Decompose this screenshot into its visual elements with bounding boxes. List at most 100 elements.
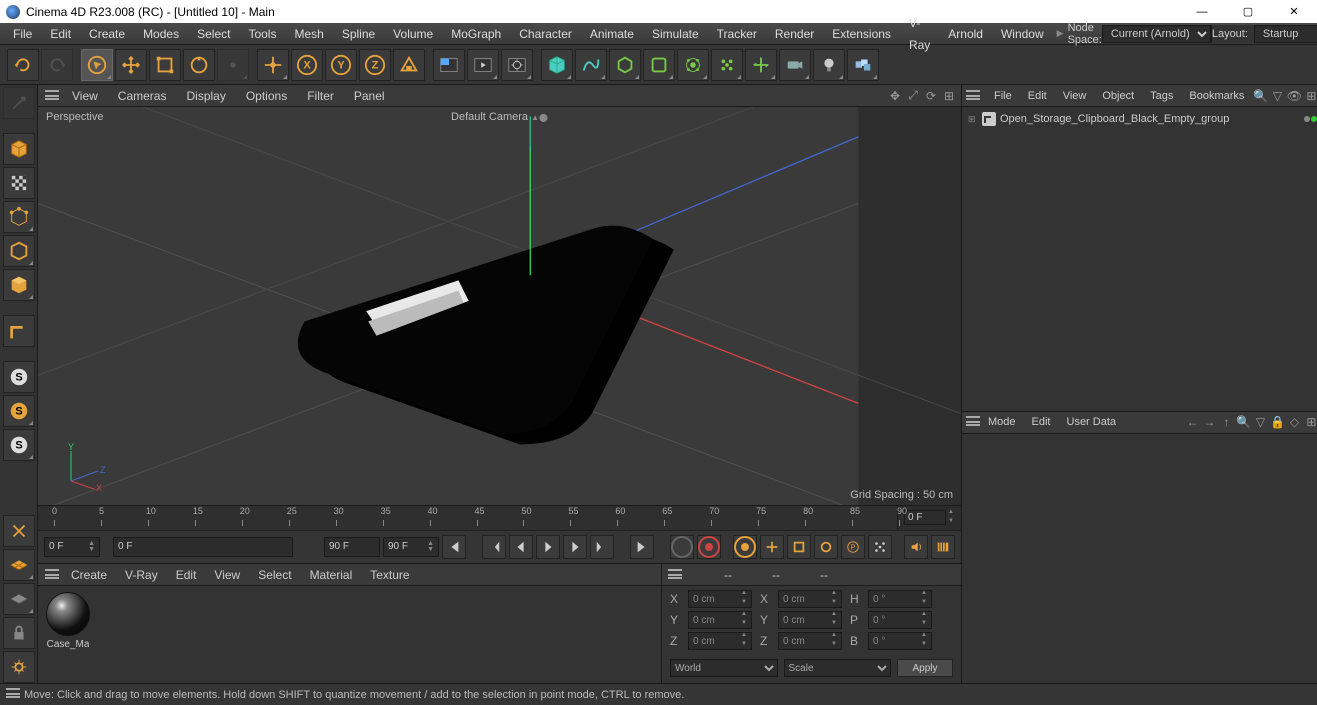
- edge-mode-button[interactable]: [3, 235, 35, 267]
- attr-max-icon[interactable]: ⊞: [1303, 414, 1317, 430]
- point-mode-button[interactable]: [3, 201, 35, 233]
- coord-field[interactable]: 0 cm▲▼: [688, 632, 752, 650]
- obj-bookmarks[interactable]: Bookmarks: [1181, 90, 1252, 102]
- texture-mode-button[interactable]: [3, 167, 35, 199]
- record-button[interactable]: [697, 535, 721, 559]
- menu-create[interactable]: Create: [80, 23, 134, 45]
- symmetry-x-button[interactable]: [3, 515, 35, 547]
- sound-button[interactable]: [904, 535, 928, 559]
- attr-search-icon[interactable]: 🔍: [1235, 414, 1251, 430]
- add-volume-button[interactable]: [847, 49, 879, 81]
- mat-hamburger-icon[interactable]: [42, 568, 62, 582]
- obj-max-icon[interactable]: ⊞: [1303, 88, 1317, 104]
- viewport-3d[interactable]: Perspective Default Camera ▲⬤ Grid Spaci…: [38, 107, 961, 505]
- menu-character[interactable]: Character: [510, 23, 581, 45]
- menu-select[interactable]: Select: [188, 23, 239, 45]
- attr-userdata[interactable]: User Data: [1059, 416, 1125, 428]
- range-end-field[interactable]: 90 F: [324, 537, 380, 557]
- vp-move-icon[interactable]: ✥: [887, 88, 903, 104]
- add-deformer-button[interactable]: [643, 49, 675, 81]
- coord-system-toggle[interactable]: [393, 49, 425, 81]
- render-pv-button[interactable]: [467, 49, 499, 81]
- add-generator-button[interactable]: [609, 49, 641, 81]
- live-select-tool[interactable]: [81, 49, 113, 81]
- menu-render[interactable]: Render: [766, 23, 823, 45]
- add-mograph-button[interactable]: [711, 49, 743, 81]
- obj-eye-icon[interactable]: 👁: [1286, 88, 1302, 104]
- mat-material[interactable]: Material: [301, 568, 362, 582]
- vp-layout-icon[interactable]: ⊞: [941, 88, 957, 104]
- floor-grid-button[interactable]: [3, 549, 35, 581]
- coord-field[interactable]: 0 °▲▼: [868, 590, 932, 608]
- expand-icon[interactable]: ⊞: [968, 114, 978, 125]
- attr-mode[interactable]: Mode: [980, 416, 1024, 428]
- snap-button[interactable]: S: [3, 395, 35, 427]
- mat-edit[interactable]: Edit: [167, 568, 206, 582]
- vp-rotate-icon[interactable]: ⟳: [923, 88, 939, 104]
- vp-filter[interactable]: Filter: [297, 89, 344, 103]
- goto-end-button[interactable]: [630, 535, 654, 559]
- menu-window[interactable]: Window: [992, 23, 1053, 45]
- add-light-button[interactable]: [813, 49, 845, 81]
- add-scene-button[interactable]: [745, 49, 777, 81]
- mat-vray[interactable]: V-Ray: [116, 568, 167, 582]
- menu-arnold[interactable]: Arnold: [939, 23, 992, 45]
- attr-filter-icon[interactable]: ▽: [1252, 414, 1268, 430]
- mat-select[interactable]: Select: [249, 568, 300, 582]
- isoline-button[interactable]: [3, 583, 35, 615]
- workplane-button[interactable]: S: [3, 429, 35, 461]
- add-cube-button[interactable]: [541, 49, 573, 81]
- x-axis-toggle[interactable]: X: [291, 49, 323, 81]
- coord-field[interactable]: 0 cm▲▼: [688, 590, 752, 608]
- menu-extensions[interactable]: Extensions: [823, 23, 900, 45]
- vp-display[interactable]: Display: [176, 89, 235, 103]
- menu-file[interactable]: File: [4, 23, 41, 45]
- minimize-button[interactable]: —: [1179, 0, 1225, 23]
- object-name-label[interactable]: Open_Storage_Clipboard_Black_Empty_group: [1000, 113, 1300, 125]
- make-editable-button[interactable]: [3, 87, 35, 119]
- attr-fwd-icon[interactable]: →: [1201, 414, 1217, 430]
- object-row[interactable]: ⊞ Open_Storage_Clipboard_Black_Empty_gro…: [966, 111, 1317, 127]
- menu-tracker[interactable]: Tracker: [708, 23, 766, 45]
- close-button[interactable]: ✕: [1271, 0, 1317, 23]
- vp-options[interactable]: Options: [236, 89, 297, 103]
- autokey-button[interactable]: [733, 535, 757, 559]
- timeline-ruler[interactable]: 051015202530354045505560657075808590: [52, 506, 897, 530]
- coord-field[interactable]: 0 cm▲▼: [688, 611, 752, 629]
- record-off-button[interactable]: [670, 535, 694, 559]
- add-spline-button[interactable]: [575, 49, 607, 81]
- scale-tool[interactable]: [149, 49, 181, 81]
- range-start-field[interactable]: 0 F▲▼: [44, 537, 100, 557]
- attr-hamburger-icon[interactable]: [966, 415, 980, 429]
- obj-filter-icon[interactable]: ▽: [1269, 88, 1285, 104]
- coord-field[interactable]: 0 cm▲▼: [778, 611, 842, 629]
- node-space-dropdown[interactable]: Current (Arnold): [1102, 25, 1211, 43]
- z-axis-toggle[interactable]: Z: [359, 49, 391, 81]
- prev-key-button[interactable]: [482, 535, 506, 559]
- vp-panel[interactable]: Panel: [344, 89, 395, 103]
- next-frame-button[interactable]: [563, 535, 587, 559]
- lock-button[interactable]: [3, 617, 35, 649]
- menu-animate[interactable]: Animate: [581, 23, 643, 45]
- menu-mograph[interactable]: MoGraph: [442, 23, 510, 45]
- settings-button[interactable]: [3, 651, 35, 683]
- coord-field[interactable]: 0 cm▲▼: [778, 590, 842, 608]
- mat-texture[interactable]: Texture: [361, 568, 418, 582]
- goto-start-button[interactable]: [442, 535, 466, 559]
- menu-spline[interactable]: Spline: [333, 23, 384, 45]
- polygon-mode-button[interactable]: [3, 269, 35, 301]
- status-hamburger-icon[interactable]: [6, 688, 24, 701]
- obj-object[interactable]: Object: [1094, 90, 1142, 102]
- range-end2-field[interactable]: 90 F▲▼: [383, 537, 439, 557]
- coord-field[interactable]: 0 °▲▼: [868, 632, 932, 650]
- attr-up-icon[interactable]: ↑: [1218, 414, 1234, 430]
- mat-create[interactable]: Create: [62, 568, 116, 582]
- prev-frame-button[interactable]: [509, 535, 533, 559]
- coord-mode2-dropdown[interactable]: Scale: [784, 659, 892, 677]
- undo-button[interactable]: [7, 49, 39, 81]
- hamburger-icon[interactable]: [42, 89, 62, 103]
- material-swatch[interactable]: Case_Ma: [44, 592, 92, 650]
- coord-field[interactable]: 0 cm▲▼: [778, 632, 842, 650]
- marker-button[interactable]: [931, 535, 955, 559]
- play-button[interactable]: [536, 535, 560, 559]
